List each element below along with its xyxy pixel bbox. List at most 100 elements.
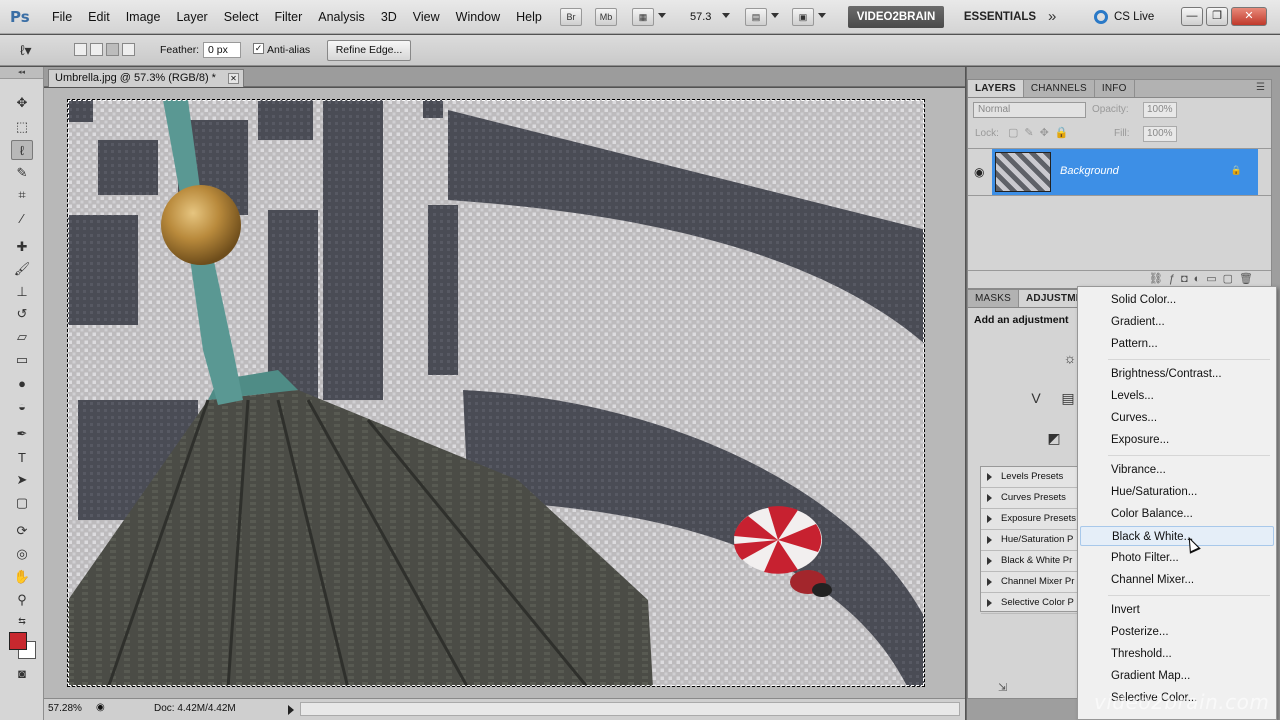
crop-tool-icon[interactable]: ⌗	[11, 185, 33, 205]
menu-image[interactable]: Image	[118, 0, 169, 34]
menu-brightness-contrast[interactable]: Brightness/Contrast...	[1078, 364, 1276, 384]
menu-pattern[interactable]: Pattern...	[1078, 334, 1276, 354]
menu-layer[interactable]: Layer	[168, 0, 215, 34]
arrange-documents-button[interactable]: ▤	[745, 8, 767, 26]
canvas-area[interactable]	[44, 88, 965, 698]
history-brush-tool-icon[interactable]: ↺	[11, 304, 33, 324]
status-menu-icon[interactable]	[288, 705, 294, 715]
cs-live-button[interactable]: CS Live	[1094, 6, 1154, 28]
menu-edit[interactable]: Edit	[80, 0, 118, 34]
chevron-down-icon[interactable]	[818, 13, 826, 18]
document-tab[interactable]: Umbrella.jpg @ 57.3% (RGB/8) * ✕	[48, 69, 244, 87]
menu-3d[interactable]: 3D	[373, 0, 405, 34]
tab-masks[interactable]: MASKS	[968, 290, 1020, 307]
preset-curves[interactable]: Curves Presets	[981, 488, 1089, 509]
menu-view[interactable]: View	[405, 0, 448, 34]
close-button[interactable]: ✕	[1231, 7, 1267, 26]
workspace-more-icon[interactable]: »	[1048, 6, 1056, 28]
brush-tool-icon[interactable]: 🖌	[11, 259, 33, 279]
menu-posterize[interactable]: Posterize...	[1078, 622, 1276, 642]
menu-help[interactable]: Help	[508, 0, 550, 34]
opacity-input[interactable]: 100%	[1143, 102, 1177, 118]
preset-levels[interactable]: Levels Presets	[981, 467, 1089, 488]
feather-input[interactable]: 0 px	[203, 42, 241, 58]
chevron-down-icon[interactable]	[771, 13, 779, 18]
hue-saturation-icon[interactable]: ▤	[1058, 388, 1078, 408]
menu-channel-mixer[interactable]: Channel Mixer...	[1078, 570, 1276, 590]
blur-tool-icon[interactable]: ●	[11, 373, 33, 393]
workspace-essentials[interactable]: ESSENTIALS	[960, 6, 1040, 28]
menu-gradient[interactable]: Gradient...	[1078, 312, 1276, 332]
status-info-icon[interactable]: ◉	[96, 702, 105, 713]
add-selection-icon[interactable]	[90, 43, 103, 56]
menu-curves[interactable]: Curves...	[1078, 408, 1276, 428]
menu-vibrance[interactable]: Vibrance...	[1078, 460, 1276, 480]
lock-icons[interactable]: ▢✎✥🔒	[1008, 126, 1075, 139]
panel-menu-icon[interactable]: ☰	[1256, 82, 1265, 93]
menu-file[interactable]: File	[44, 0, 80, 34]
lasso-tool-icon[interactable]: ℓ	[11, 140, 33, 160]
horizontal-scrollbar[interactable]	[300, 702, 960, 716]
minibridge-button[interactable]: Mb	[595, 8, 617, 26]
menu-hue-saturation[interactable]: Hue/Saturation...	[1078, 482, 1276, 502]
menu-select[interactable]: Select	[216, 0, 267, 34]
pen-tool-icon[interactable]: ✒	[11, 424, 33, 444]
preset-selective-color[interactable]: Selective Color P	[981, 593, 1089, 614]
preset-black-white[interactable]: Black & White Pr	[981, 551, 1089, 572]
zoom-tool-icon[interactable]: ⚲	[11, 590, 33, 610]
menu-solid-color[interactable]: Solid Color...	[1078, 290, 1276, 310]
workspace-video2brain[interactable]: VIDEO2BRAIN	[848, 6, 944, 28]
gradient-tool-icon[interactable]: ▭	[11, 350, 33, 370]
eyedropper-tool-icon[interactable]: ⁄	[11, 208, 33, 228]
antialias-checkbox[interactable]: ✓	[253, 43, 264, 54]
close-icon[interactable]: ✕	[228, 73, 239, 84]
bridge-button[interactable]: Br	[560, 8, 582, 26]
zoom-level[interactable]: 57.3	[690, 9, 720, 25]
quick-mask-icon[interactable]: ◙	[11, 663, 33, 683]
vibrance-icon[interactable]: V	[1026, 388, 1046, 408]
menu-window[interactable]: Window	[448, 0, 508, 34]
refine-edge-button[interactable]: Refine Edge...	[327, 40, 411, 61]
umbrella-photo[interactable]	[67, 99, 925, 687]
intersect-selection-icon[interactable]	[122, 43, 135, 56]
menu-threshold[interactable]: Threshold...	[1078, 644, 1276, 664]
view-extras-button[interactable]: ▦	[632, 8, 654, 26]
maximize-button[interactable]: ❐	[1206, 7, 1228, 26]
menu-gradient-map[interactable]: Gradient Map...	[1078, 666, 1276, 686]
tab-channels[interactable]: CHANNELS	[1024, 80, 1095, 97]
shape-tool-icon[interactable]: ▢	[11, 493, 33, 513]
menu-exposure[interactable]: Exposure...	[1078, 430, 1276, 450]
subtract-selection-icon[interactable]	[106, 43, 119, 56]
zoom-status[interactable]: 57.28%	[48, 699, 88, 719]
tab-layers[interactable]: LAYERS	[968, 80, 1024, 97]
3d-rotate-tool-icon[interactable]: ⟳	[11, 521, 33, 541]
type-tool-icon[interactable]: T	[11, 447, 33, 467]
chevron-down-icon[interactable]	[722, 13, 730, 18]
move-tool-icon[interactable]: ✥	[11, 93, 33, 113]
fill-input[interactable]: 100%	[1143, 126, 1177, 142]
swap-colors-icon[interactable]: ⇆	[11, 611, 33, 631]
preset-hue-saturation[interactable]: Hue/Saturation P	[981, 530, 1089, 551]
screen-mode-button[interactable]: ▣	[792, 8, 814, 26]
invert-icon[interactable]: ◩	[1044, 428, 1064, 448]
marquee-tool-icon[interactable]: ⬚	[11, 117, 33, 137]
layer-selected[interactable]: Background 🔒	[992, 149, 1258, 195]
minimize-button[interactable]: —	[1181, 7, 1203, 26]
healing-brush-tool-icon[interactable]: ✚	[11, 237, 33, 257]
menu-black-white[interactable]: Black & White...	[1080, 526, 1274, 546]
chevron-down-icon[interactable]	[658, 13, 666, 18]
quick-selection-tool-icon[interactable]: ✎	[11, 163, 33, 183]
new-selection-icon[interactable]	[74, 43, 87, 56]
eye-icon[interactable]: ◉	[974, 165, 984, 179]
3d-orbit-tool-icon[interactable]: ◎	[11, 544, 33, 564]
tools-collapse-icon[interactable]: ◂◂	[0, 67, 43, 79]
menu-photo-filter[interactable]: Photo Filter...	[1078, 548, 1276, 568]
menu-levels[interactable]: Levels...	[1078, 386, 1276, 406]
eraser-tool-icon[interactable]: ▱	[11, 327, 33, 347]
tab-info[interactable]: INFO	[1095, 80, 1135, 97]
menu-color-balance[interactable]: Color Balance...	[1078, 504, 1276, 524]
adjustments-footer-icon[interactable]: ⇲	[998, 681, 1007, 694]
foreground-color-swatch[interactable]	[9, 632, 27, 650]
preset-channel-mixer[interactable]: Channel Mixer Pr	[981, 572, 1089, 593]
dodge-tool-icon[interactable]: ◒	[11, 396, 33, 416]
